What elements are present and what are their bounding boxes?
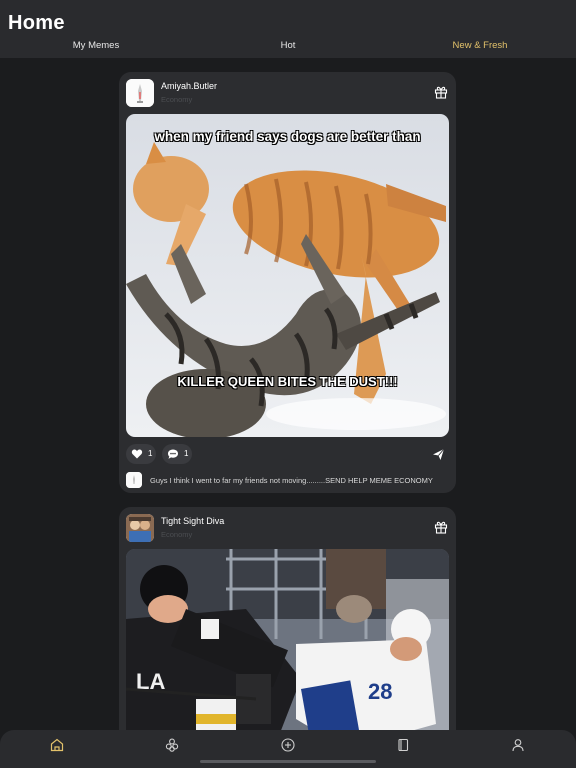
send-icon[interactable] <box>432 448 445 461</box>
meme-image[interactable]: LA 28 <box>126 549 449 730</box>
comment-button[interactable]: 1 <box>162 444 192 464</box>
post-caption: Guys I think I went to far my friends no… <box>150 476 433 485</box>
post-card: Tight Sight Diva Economy LA 28 <box>119 507 456 730</box>
svg-text:28: 28 <box>368 679 392 704</box>
tab-new-and-fresh[interactable]: New & Fresh <box>453 40 508 51</box>
post-card: Amiyah.Butler Economy when my friend say… <box>119 72 456 493</box>
home-indicator <box>200 760 376 763</box>
like-count: 1 <box>148 449 153 458</box>
meme-top-caption: when my friend says dogs are better than <box>154 129 421 144</box>
post-community[interactable]: Economy <box>161 530 192 539</box>
avatar[interactable] <box>126 514 154 542</box>
post-username[interactable]: Tight Sight Diva <box>161 516 224 526</box>
post-username[interactable]: Amiyah.Butler <box>161 81 217 91</box>
meme-image[interactable]: when my friend says dogs are better than… <box>126 114 449 437</box>
gift-icon[interactable] <box>434 85 448 99</box>
meme-feed[interactable]: Amiyah.Butler Economy when my friend say… <box>0 58 576 730</box>
tab-my-memes[interactable]: My Memes <box>73 40 119 51</box>
heart-icon <box>131 449 143 459</box>
saved-icon[interactable] <box>396 738 410 752</box>
create-icon[interactable] <box>281 738 295 752</box>
profile-icon[interactable] <box>511 738 525 752</box>
home-icon[interactable] <box>50 738 64 752</box>
hockey-picture: LA 28 <box>126 549 449 730</box>
caption-avatar[interactable] <box>126 472 142 488</box>
tab-hot[interactable]: Hot <box>281 40 296 51</box>
comment-icon <box>168 449 178 459</box>
header: Home My Memes Hot New & Fresh <box>0 0 576 58</box>
comment-count: 1 <box>184 449 189 458</box>
avatar[interactable] <box>126 79 154 107</box>
like-button[interactable]: 1 <box>126 444 156 464</box>
post-community[interactable]: Economy <box>161 95 192 104</box>
meme-bottom-caption: KILLER QUEEN BITES THE DUST!!! <box>177 374 398 389</box>
page-title: Home <box>8 12 65 34</box>
communities-icon[interactable] <box>165 738 179 752</box>
gift-icon[interactable] <box>434 520 448 534</box>
